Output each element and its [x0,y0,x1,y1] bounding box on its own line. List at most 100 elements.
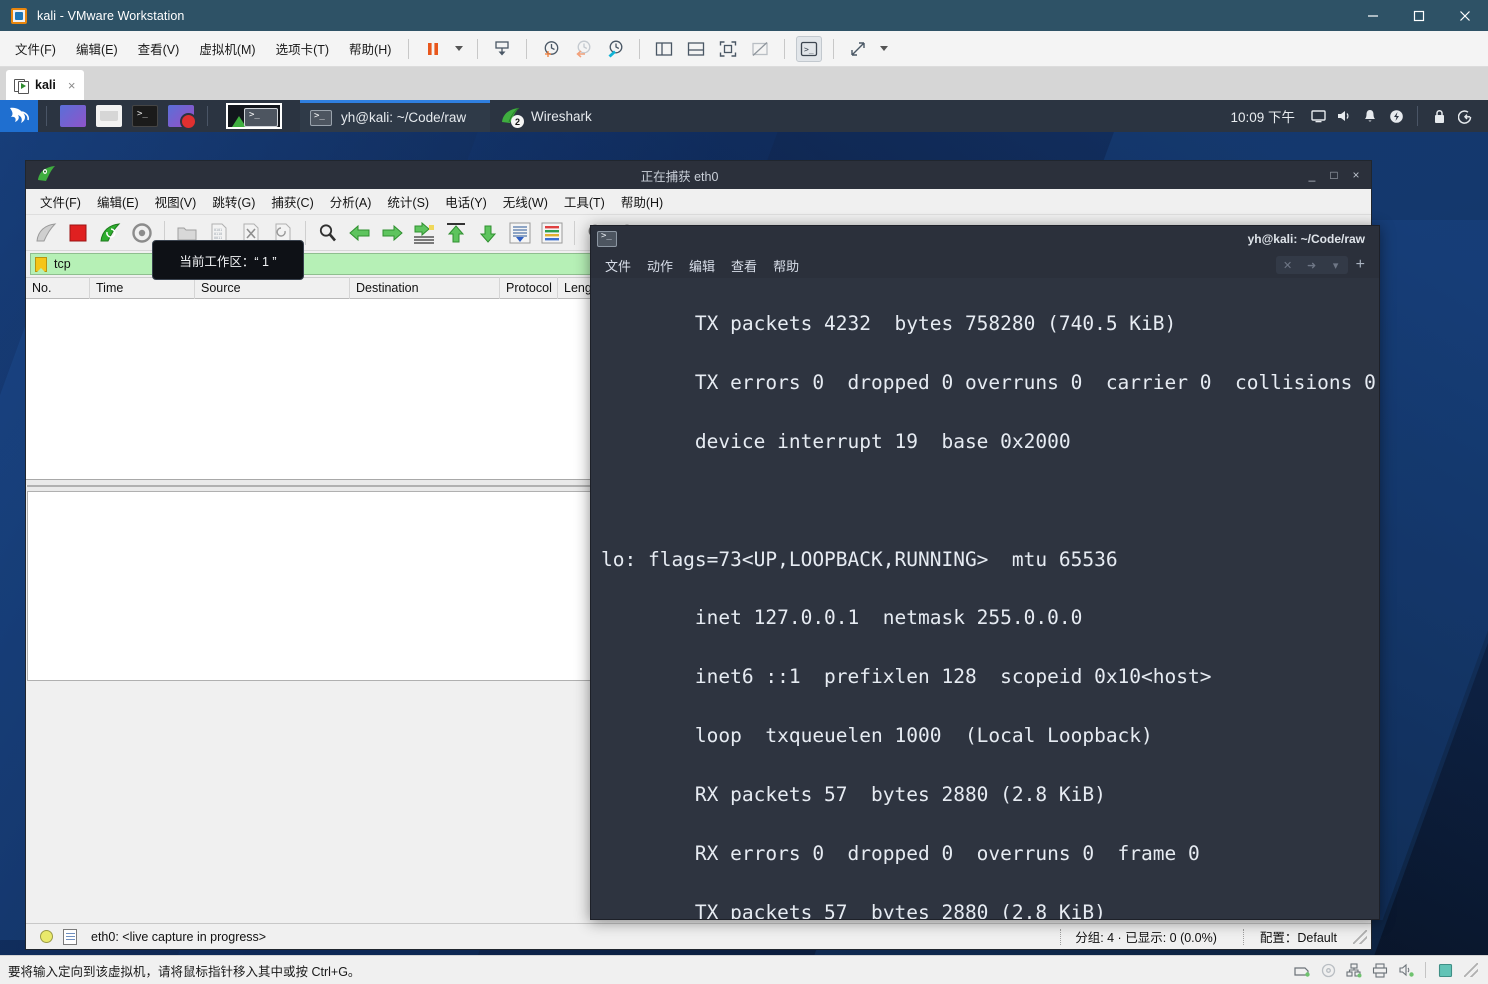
cd-dvd-icon[interactable] [1317,960,1339,980]
fullscreen-button[interactable] [715,36,741,62]
wireshark-maximize-button[interactable]: □ [1323,164,1345,186]
new-tab-button[interactable]: + [1348,256,1373,274]
network-icon[interactable] [1343,960,1365,980]
lock-icon[interactable] [1426,100,1452,132]
stop-capture-button[interactable] [63,218,93,248]
capture-status-indicator-icon[interactable] [40,930,53,943]
vmware-menu-vm[interactable]: 虚拟机(M) [190,36,264,61]
printer-icon[interactable] [1369,960,1391,980]
hard-disk-icon[interactable] [1291,960,1313,980]
launcher-file-manager-icon[interactable] [96,105,122,127]
notification-bell-icon[interactable] [1357,100,1383,132]
vm-tab-kali[interactable]: kali × [6,70,84,100]
go-to-last-button[interactable] [473,218,503,248]
workspace-pager[interactable] [226,103,282,129]
tab-list-caret-icon[interactable]: ▾ [1324,256,1348,274]
taskbar-item-terminal[interactable]: yh@kali: ~/Code/raw [300,100,490,132]
go-to-first-button[interactable] [441,218,471,248]
stretch-dropdown-caret-icon[interactable] [880,46,889,51]
column-protocol[interactable]: Protocol [500,277,558,299]
vmware-minimize-button[interactable] [1350,0,1396,31]
vmware-menu-tabs[interactable]: 选项卡(T) [267,36,338,61]
sound-icon[interactable] [1395,960,1417,980]
launcher-show-desktop-icon[interactable] [60,105,86,127]
console-toggle-button[interactable]: >_ [796,35,823,62]
pause-dropdown-caret-icon[interactable] [455,46,464,51]
go-forward-button[interactable] [377,218,407,248]
show-two-pane-icon [656,41,673,56]
revert-snapshot-button[interactable] [570,36,596,62]
auto-scroll-button[interactable] [505,218,535,248]
vmware-menu-edit[interactable]: 编辑(E) [67,36,127,61]
taskbar-item-wireshark[interactable]: 2 Wireshark [490,100,650,132]
vm-tab-close-icon[interactable]: × [68,78,76,93]
go-to-packet-button[interactable] [409,218,439,248]
find-packet-button[interactable] [313,218,343,248]
power-icon[interactable] [1383,100,1409,132]
capture-comment-icon[interactable] [63,928,77,945]
show-two-pane-button[interactable] [651,36,677,62]
kali-menu-button[interactable] [0,100,38,132]
restart-capture-button[interactable] [95,218,125,248]
terminal-menu-file[interactable]: 文件 [597,256,639,275]
show-console-view-icon [688,41,705,56]
resize-grip[interactable] [1353,929,1367,944]
vmware-menu-help[interactable]: 帮助(H) [340,36,400,61]
wireshark-menu-edit[interactable]: 编辑(E) [89,190,147,213]
next-tab-icon[interactable]: ➜ [1300,256,1324,274]
unity-mode-button[interactable] [747,36,773,62]
wireshark-menu-tools[interactable]: 工具(T) [556,190,613,213]
show-console-view-button[interactable] [683,36,709,62]
go-back-button[interactable] [345,218,375,248]
send-ctrl-alt-del-button[interactable] [489,36,515,62]
wireshark-menu-file[interactable]: 文件(F) [32,190,89,213]
launcher-terminal-icon[interactable] [132,105,158,127]
vmware-menu-view[interactable]: 查看(V) [129,36,189,61]
svg-text:0011: 0011 [214,236,222,240]
wireshark-menu-analyze[interactable]: 分析(A) [322,190,380,213]
wireshark-menu-capture[interactable]: 捕获(C) [263,190,321,213]
terminal-menu-help[interactable]: 帮助 [765,256,807,275]
toolbar-divider [784,38,786,59]
column-source[interactable]: Source [195,277,350,299]
stretch-guest-button[interactable] [845,36,871,62]
column-destination[interactable]: Destination [350,277,500,299]
fullscreen-icon [720,40,737,57]
launcher-screen-recorder-icon[interactable] [168,105,197,130]
wireshark-menu-view[interactable]: 视图(V) [147,190,205,213]
toolbar-divider [305,220,306,245]
close-tab-icon[interactable]: ✕ [1276,256,1300,274]
wireshark-menu-wireless[interactable]: 无线(W) [495,190,556,213]
terminal-menu-view[interactable]: 查看 [723,256,765,275]
wireshark-menu-telephony[interactable]: 电话(Y) [437,190,495,213]
vmware-resize-grip[interactable] [1464,963,1478,977]
colorize-button[interactable] [537,218,567,248]
wireshark-menu-statistics[interactable]: 统计(S) [379,190,437,213]
start-capture-button[interactable] [31,218,61,248]
column-time[interactable]: Time [90,277,195,299]
volume-icon[interactable] [1331,100,1357,132]
terminal-menu-action[interactable]: 动作 [639,256,681,275]
terminal-tab-controls: ✕ ➜ ▾ [1275,256,1348,274]
logout-icon[interactable] [1452,100,1478,132]
wireshark-close-button[interactable]: × [1345,164,1367,186]
clock[interactable]: 10:09 下午 [1230,106,1295,126]
bookmark-icon[interactable] [35,256,47,272]
terminal-output[interactable]: TX packets 4232 bytes 758280 (740.5 KiB)… [591,278,1379,919]
terminal-menubar: 文件 动作 编辑 查看 帮助 ✕ ➜ ▾ + [591,252,1379,278]
wireshark-menu-help[interactable]: 帮助(H) [613,190,671,213]
snapshot-manager-icon [608,40,623,57]
take-snapshot-button[interactable] [538,36,564,62]
terminal-menu-edit[interactable]: 编辑 [681,256,723,275]
usb-icon[interactable] [1434,960,1456,980]
vmware-close-button[interactable] [1442,0,1488,31]
column-no[interactable]: No. [26,277,90,299]
vmware-maximize-button[interactable] [1396,0,1442,31]
pause-vm-button[interactable] [420,36,446,62]
wireshark-minimize-button[interactable]: _ [1301,164,1323,186]
snapshot-manager-button[interactable] [602,36,628,62]
profile-text[interactable]: 配置：Default [1260,927,1337,946]
vmware-menu-file[interactable]: 文件(F) [6,36,65,61]
wireshark-menu-go[interactable]: 跳转(G) [204,190,263,213]
display-icon[interactable] [1305,100,1331,132]
